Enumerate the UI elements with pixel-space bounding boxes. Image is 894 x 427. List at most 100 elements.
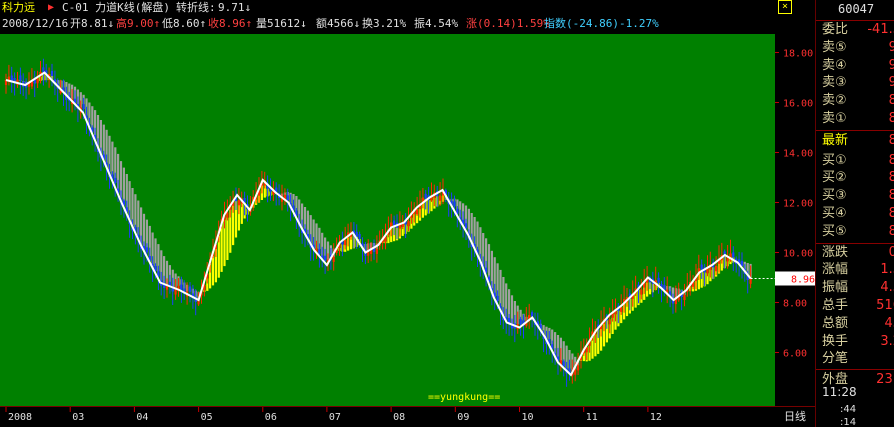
info-volume: 量51612↓ <box>256 17 307 30</box>
quote-value: 3.2 <box>880 333 894 349</box>
quote-row: 买① 8. <box>816 152 894 169</box>
candle-body <box>332 256 335 262</box>
period-button[interactable]: 日线 <box>784 409 806 425</box>
quote-label: 卖③ <box>822 75 847 91</box>
candle-body <box>577 365 580 371</box>
x-tick-label: 11 <box>586 412 598 423</box>
quote-value: 8. <box>889 92 894 109</box>
quote-row: 振幅 4.5 <box>816 279 894 296</box>
divider <box>816 369 894 371</box>
quote-row: 总额 45 <box>816 315 894 332</box>
info-date: 2008/12/16 <box>2 17 69 30</box>
info-low: 低8.60↑ <box>162 17 207 30</box>
quote-label: 买⑤ <box>822 223 847 239</box>
quote-label: 总额 <box>822 315 849 331</box>
candle-body <box>180 284 183 290</box>
candle-body <box>640 289 643 295</box>
quote-value: 8. <box>889 205 894 222</box>
x-tick-label: 2008 <box>8 412 32 423</box>
candle-body <box>740 260 744 266</box>
quote-value: 8. <box>889 110 894 127</box>
x-tick-label: 03 <box>72 412 84 423</box>
candle-body <box>464 223 468 229</box>
quote-row: 卖② 8. <box>816 92 894 109</box>
quote-label: 涨跌 <box>822 244 849 260</box>
y-tick-label: 16.00 <box>783 99 813 110</box>
candle-body <box>496 295 499 301</box>
quote-row: 买⑤ 8. <box>816 223 894 240</box>
quote-value: 8. <box>889 152 894 169</box>
y-tick-label: 6.00 <box>783 349 807 360</box>
candle-body <box>574 369 577 375</box>
quote-row: 最新 8. <box>816 132 894 149</box>
quote-label: 买① <box>822 152 847 168</box>
y-tick-label: 18.00 <box>783 49 813 60</box>
quote-label: 委比 <box>822 22 849 37</box>
quote-row: 换手 3.2 <box>816 333 894 350</box>
quote-label: 涨幅 <box>822 262 849 278</box>
x-tick-label: 10 <box>522 412 534 423</box>
candle-body <box>683 295 686 300</box>
candle-body <box>375 248 378 254</box>
price-tag: 8.96 <box>791 275 815 286</box>
quote-row: 涨幅 1.5 <box>816 261 894 278</box>
candle-body <box>407 221 410 227</box>
quote-label: 买② <box>822 170 847 186</box>
quote-row: 卖④ 9. <box>816 57 894 74</box>
quote-label: 换手 <box>822 333 849 349</box>
candle-body <box>424 193 427 199</box>
y-tick-label: 14.00 <box>783 149 813 160</box>
quote-label: 分笔 <box>822 351 849 367</box>
divider <box>816 129 894 131</box>
x-tick-label: 06 <box>265 412 277 423</box>
quote-row: 买④ 8. <box>816 205 894 222</box>
candle-body <box>10 75 13 81</box>
candle-body <box>393 220 396 226</box>
x-tick-label: 05 <box>201 412 213 423</box>
candle-body <box>36 78 39 84</box>
quote-label: 最新 <box>822 132 849 148</box>
candle-body <box>749 278 752 284</box>
chart-plot-area[interactable]: ==yungkung== <box>0 34 775 406</box>
title-bar: 科力远 ▶ C-01 力道K线(解盘) 转折线: 9.71↓ × <box>0 0 815 16</box>
quote-label: 买④ <box>822 206 847 221</box>
x-tick-label: 09 <box>457 412 469 423</box>
candle-body <box>318 249 321 255</box>
quote-value: 45 <box>884 315 894 331</box>
tick-2: :14 <box>840 417 857 427</box>
x-tick-label: 08 <box>393 412 405 423</box>
stock-name[interactable]: 科力远 <box>2 0 35 16</box>
triangle-right-icon[interactable]: ▶ <box>48 0 54 16</box>
turn-line-value: 9.71↓ <box>218 1 252 14</box>
quote-value: 516 <box>876 298 894 313</box>
candle-body <box>416 209 419 215</box>
quote-row: 卖① 8. <box>816 110 894 127</box>
candlestick-chart[interactable] <box>0 34 775 406</box>
info-amplitude: 振4.54% <box>414 17 459 30</box>
candle-body <box>226 212 229 218</box>
quote-row: 卖⑤ 9. <box>816 39 894 56</box>
candle-body <box>114 177 117 183</box>
candle-body <box>439 195 442 201</box>
quote-label: 卖⑤ <box>822 39 847 55</box>
info-change: 涨(0.14)1.59% <box>466 17 550 30</box>
candle-body <box>324 255 327 261</box>
candle-body <box>286 195 289 201</box>
candle-body <box>562 361 565 367</box>
quote-label: 振幅 <box>822 280 849 296</box>
info-index: 指数(-24.86)-1.27% <box>544 17 659 30</box>
quote-row: 分笔1 <box>816 350 894 367</box>
close-icon[interactable]: × <box>778 0 792 14</box>
quote-row: 总手 516 <box>816 297 894 314</box>
candle-body <box>82 104 85 110</box>
date-axis: 2008 03 04 05 06 07 08 09 10 11 12 日线 <box>0 406 815 427</box>
quote-label: 卖② <box>822 93 847 109</box>
candle-body <box>519 319 522 325</box>
quote-value: 8. <box>889 187 894 204</box>
candle-body <box>700 264 703 270</box>
divider <box>816 242 894 244</box>
info-turnover: 换3.21% <box>362 17 407 30</box>
indicator-name[interactable]: C-01 力道K线(解盘) <box>62 0 170 16</box>
quote-value: 9. <box>889 39 894 56</box>
candle-body <box>237 200 240 206</box>
